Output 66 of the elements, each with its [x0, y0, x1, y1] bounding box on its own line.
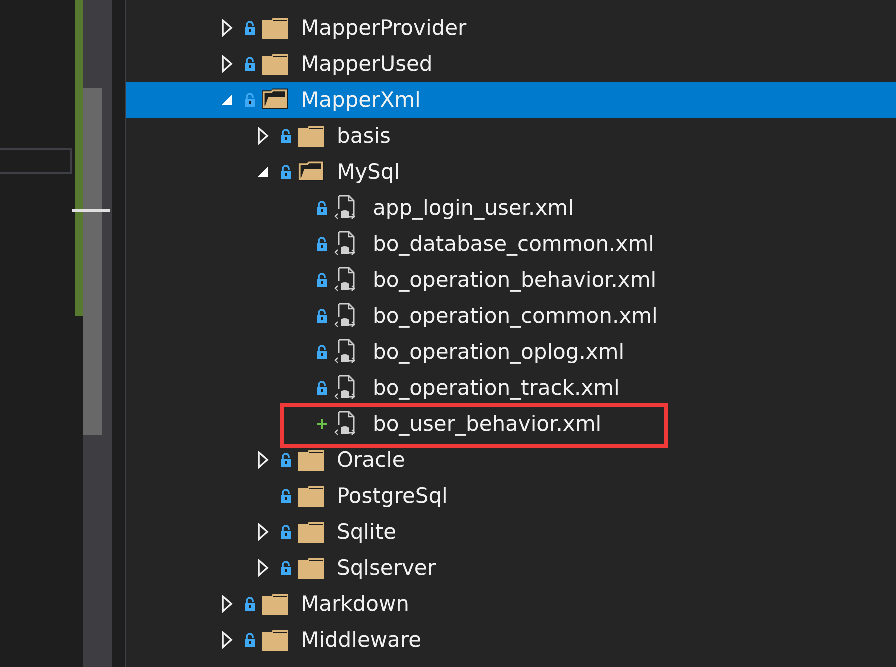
- input-field[interactable]: [0, 148, 72, 174]
- tree-item-label: bo_operation_common.xml: [373, 304, 658, 328]
- tree-item-label: bo_operation_behavior.xml: [373, 268, 657, 292]
- position-marker: [72, 209, 110, 212]
- xml-file-icon: [334, 195, 358, 221]
- tree-item-label: PostgreSql: [337, 484, 448, 508]
- tree-item-label: Sqlserver: [337, 556, 436, 580]
- expand-arrow-icon[interactable]: [257, 127, 269, 145]
- scrollbar-thumb[interactable]: [83, 88, 102, 435]
- folder-icon: [298, 521, 324, 543]
- xml-file-icon: [334, 231, 358, 257]
- tree-item-label: Middleware: [301, 628, 422, 652]
- folder-icon: [298, 125, 324, 147]
- tree-item-label: bo_user_behavior.xml: [373, 412, 602, 436]
- xml-file-icon: [334, 375, 358, 401]
- tree-item-label: bo_database_common.xml: [373, 232, 654, 256]
- open-folder-icon: [298, 160, 326, 184]
- folder-icon: [298, 485, 324, 507]
- folder-icon: [262, 53, 288, 75]
- tree-row[interactable]: app_login_user.xml: [126, 190, 896, 226]
- expand-arrow-icon[interactable]: [221, 19, 233, 37]
- tree-row[interactable]: Oracle: [126, 442, 896, 478]
- xml-file-icon: [334, 411, 358, 437]
- tree-row[interactable]: MapperUsed: [126, 46, 896, 82]
- tree-row[interactable]: Markdown: [126, 586, 896, 622]
- folder-icon: [298, 557, 324, 579]
- folder-icon: [298, 449, 324, 471]
- xml-file-icon: [334, 267, 358, 293]
- xml-file-icon: [334, 339, 358, 365]
- expand-arrow-icon[interactable]: [221, 631, 233, 649]
- tree-row[interactable]: Middleware: [126, 622, 896, 658]
- tree-row[interactable]: Sqlserver: [126, 550, 896, 586]
- folder-icon: [262, 629, 288, 651]
- tree-row[interactable]: MySql: [126, 154, 896, 190]
- tree-row[interactable]: bo_operation_track.xml: [126, 370, 896, 406]
- tree-row[interactable]: Sqlite: [126, 514, 896, 550]
- expand-arrow-icon[interactable]: [221, 595, 233, 613]
- tree-row[interactable]: basis: [126, 118, 896, 154]
- tree-item-label: MySql: [337, 160, 400, 184]
- tree-item-label: Markdown: [301, 592, 410, 616]
- collapse-arrow-icon[interactable]: [257, 166, 269, 178]
- tree-row[interactable]: bo_user_behavior.xml: [126, 406, 896, 442]
- tree-row[interactable]: bo_database_common.xml: [126, 226, 896, 262]
- tree-item-selected[interactable]: MapperXml: [126, 82, 896, 118]
- expand-arrow-icon[interactable]: [257, 451, 269, 469]
- tree-row[interactable]: MapperProvider: [126, 10, 896, 46]
- tree-item-label: basis: [337, 124, 391, 148]
- tree-row[interactable]: bo_operation_behavior.xml: [126, 262, 896, 298]
- expand-arrow-icon[interactable]: [257, 559, 269, 577]
- tree-item-label: MapperUsed: [301, 52, 433, 76]
- open-folder-icon: [262, 88, 290, 112]
- expand-arrow-icon[interactable]: [221, 55, 233, 73]
- tree-item-label: app_login_user.xml: [373, 196, 574, 220]
- tree-row[interactable]: bo_operation_common.xml: [126, 298, 896, 334]
- tree-item-label: MapperProvider: [301, 16, 467, 40]
- expand-arrow-icon[interactable]: [257, 523, 269, 541]
- tree-item-label: bo_operation_track.xml: [373, 376, 620, 400]
- folder-icon: [262, 593, 288, 615]
- tree-item-label: bo_operation_oplog.xml: [373, 340, 625, 364]
- tree-item-label: MapperXml: [301, 88, 421, 112]
- tree-item-label: Oracle: [337, 448, 406, 472]
- xml-file-icon: [334, 303, 358, 329]
- tree-row[interactable]: PostgreSql: [126, 478, 896, 514]
- tree-row[interactable]: bo_operation_oplog.xml: [126, 334, 896, 370]
- tree-item-label: Sqlite: [337, 520, 396, 544]
- folder-icon: [262, 17, 288, 39]
